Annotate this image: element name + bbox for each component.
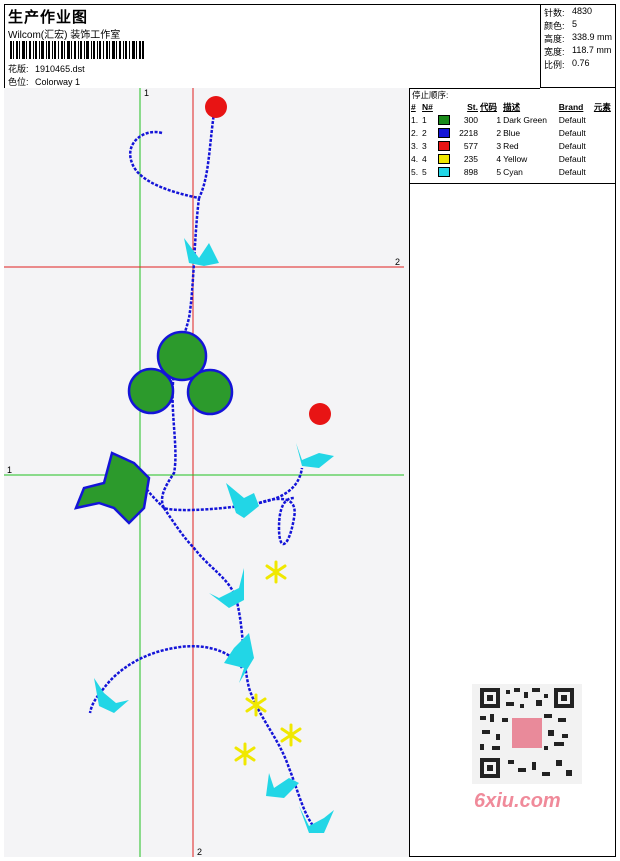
seal-icon: [512, 718, 542, 748]
stat-value: 0.76: [572, 58, 590, 68]
row-needle: 5: [422, 166, 427, 177]
design-file-row: 花版: 1910465.dst: [8, 62, 85, 75]
watermark-text: 6xiu.com: [474, 790, 561, 812]
colorway-row: 色位: Colorway 1: [8, 75, 80, 88]
company-name: Wilcom(汇宏) 装饰工作室: [8, 30, 121, 41]
row-swatch: [437, 152, 454, 165]
row-description: Yellow: [503, 153, 528, 164]
divider: [410, 183, 616, 184]
stat-label: 比例:: [544, 60, 565, 70]
row-index: 3.: [411, 140, 419, 151]
row-description: Dark Green: [503, 114, 547, 125]
guide-label-h1: 1: [7, 465, 13, 475]
guide-label-v1: 1: [144, 88, 150, 98]
table-row: 3. 3 577 3 Red Default: [410, 139, 616, 152]
stat-value: 4830: [572, 6, 593, 16]
row-stitches: 235: [463, 153, 478, 164]
color-swatch: [437, 127, 450, 138]
row-description: Cyan: [503, 166, 523, 177]
cyan-leaves: [94, 238, 334, 833]
page-title: 生产作业图: [8, 9, 89, 26]
row-stitches: 577: [463, 140, 478, 151]
col-header: [437, 100, 454, 113]
stat-label: 宽度:: [544, 47, 565, 57]
design-file-label: 花版:: [8, 64, 29, 74]
stat-stitches: 针数: 4830: [544, 6, 592, 19]
table-header-row: # N# St. 代码 描述 Brand 元素: [410, 100, 616, 113]
row-brand: Default: [558, 166, 586, 177]
table-row: 5. 5 898 5 Cyan Default: [410, 165, 616, 178]
row-swatch: [437, 126, 454, 139]
row-element: [593, 126, 616, 139]
stat-width: 宽度: 118.7 mm: [544, 45, 611, 58]
row-stitches: 898: [463, 166, 478, 177]
row-needle: 1: [422, 114, 427, 125]
row-code: 3: [496, 140, 502, 151]
table-row: 1. 1 300 1 Dark Green Default: [410, 113, 616, 126]
stat-label: 高度:: [544, 34, 565, 44]
row-stitches: 2218: [459, 127, 478, 138]
col-header: St.: [467, 101, 478, 112]
guide-label-h2: 2: [395, 257, 401, 267]
color-swatch: [437, 114, 450, 125]
header-panel: 生产作业图 Wilcom(汇宏) 装饰工作室 花版: 1910465.dst 色…: [4, 4, 540, 89]
stat-colors: 颜色: 5: [544, 19, 577, 32]
row-code: 4: [496, 153, 502, 164]
row-needle: 3: [422, 140, 427, 151]
row-brand: Default: [558, 153, 586, 164]
row-needle: 2: [422, 127, 427, 138]
barcode-icon: [10, 41, 144, 59]
row-index: 2.: [411, 127, 419, 138]
row-code: 1: [496, 114, 502, 125]
stat-label: 颜色:: [544, 21, 565, 31]
stat-height: 高度: 338.9 mm: [544, 32, 612, 45]
embroidery-artwork: [4, 88, 404, 857]
row-brand: Default: [558, 114, 586, 125]
colorway-value: Colorway 1: [35, 77, 81, 87]
stat-scale: 比例: 0.76: [544, 58, 590, 71]
qr-code-icon: [472, 684, 582, 784]
stat-value: 118.7 mm: [572, 45, 612, 55]
row-code: 5: [496, 166, 502, 177]
table-row: 2. 2 2218 2 Blue Default: [410, 126, 616, 139]
color-swatch: [437, 153, 450, 164]
table-row: 4. 4 235 4 Yellow Default: [410, 152, 616, 165]
col-header: #: [411, 101, 416, 112]
row-swatch: [437, 113, 454, 126]
embroidery-design-area: 1 2 1 2: [4, 88, 410, 857]
row-element: [593, 152, 616, 165]
stats-panel: 针数: 4830 颜色: 5 高度: 338.9 mm 宽度: 118.7 mm 比例:…: [540, 4, 616, 88]
green-leaf-cluster: [73, 330, 234, 525]
row-index: 4.: [411, 153, 419, 164]
row-index: 5.: [411, 166, 419, 177]
row-swatch: [437, 165, 454, 178]
row-description: Red: [503, 140, 519, 151]
color-swatch: [437, 166, 450, 177]
row-brand: Default: [558, 140, 586, 151]
design-file-value: 1910465.dst: [35, 64, 85, 74]
stat-value: 5: [572, 19, 578, 29]
row-stitches: 300: [463, 114, 478, 125]
row-element: [593, 139, 616, 152]
row-swatch: [437, 139, 454, 152]
stat-value: 338.9 mm: [572, 32, 613, 42]
guide-label-v2: 2: [197, 847, 203, 857]
row-index: 1.: [411, 114, 419, 125]
row-brand: Default: [558, 127, 586, 138]
col-header: 代码: [480, 101, 498, 112]
stop-sequence-table: # N# St. 代码 描述 Brand 元素 1. 1 300 1 Dark Gree…: [410, 100, 616, 178]
colorway-label: 色位:: [8, 77, 29, 87]
col-header: Brand: [558, 101, 584, 112]
col-header: 描述: [503, 101, 521, 112]
col-header: N#: [422, 101, 433, 112]
row-description: Blue: [503, 127, 521, 138]
color-swatch: [437, 140, 450, 151]
row-element: [593, 165, 616, 178]
row-element: [593, 113, 616, 126]
col-header: 元素: [593, 101, 611, 112]
row-needle: 4: [422, 153, 427, 164]
stat-label: 针数:: [544, 8, 565, 18]
stop-sequence-panel: 停止顺序: # N# St. 代码 描述 Brand 元素 1. 1 300 1 Dar…: [410, 88, 616, 184]
row-code: 2: [496, 127, 502, 138]
